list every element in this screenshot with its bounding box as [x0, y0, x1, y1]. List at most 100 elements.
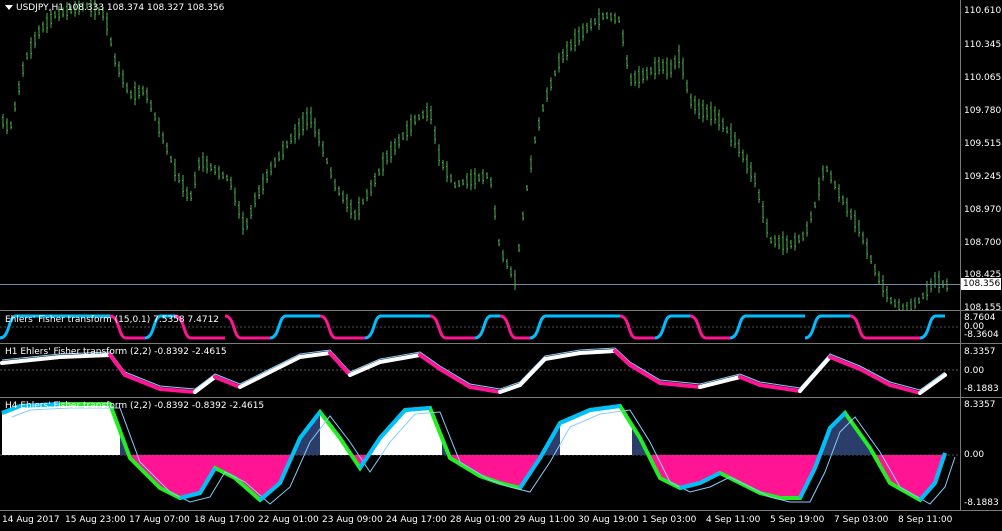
- histogram-bar: [86, 404, 88, 455]
- histogram-bar: [406, 409, 408, 455]
- time-label: 24 Aug 17:00: [386, 515, 447, 525]
- price-label: 109.245: [964, 172, 1002, 182]
- time-label: 28 Aug 01:00: [450, 515, 511, 525]
- histogram-bar: [144, 455, 146, 472]
- histogram-bar: [314, 419, 316, 455]
- histogram-bar: [50, 404, 52, 455]
- indicator-3-title: H4 Ehlers' Fisher transform (2,2): [5, 401, 152, 411]
- histogram-bar: [504, 455, 506, 484]
- histogram-bar: [842, 416, 844, 455]
- histogram-bar: [418, 408, 420, 455]
- fisher-h4-rising-segment: [404, 406, 431, 412]
- price-label: 108.700: [964, 238, 1002, 248]
- histogram-bar: [916, 455, 918, 498]
- histogram-bar: [426, 408, 428, 455]
- histogram-bar: [580, 414, 582, 455]
- fisher-h1-segment: [378, 353, 422, 364]
- histogram-bar: [846, 414, 848, 455]
- histogram-bar: [232, 455, 234, 477]
- histogram-bar: [488, 455, 490, 479]
- histogram-bar: [494, 455, 496, 481]
- histogram-bar: [610, 407, 612, 455]
- histogram-bar: [602, 408, 604, 455]
- indicator-pane-2[interactable]: H1 Ehlers' Fisher transform (2,2) -0.839…: [0, 344, 960, 397]
- indicator-3-y-label: 0.00: [964, 450, 985, 460]
- time-label: 4 Sep 11:00: [706, 515, 761, 525]
- histogram-bar: [774, 455, 776, 497]
- histogram-bar: [678, 455, 680, 487]
- histogram-bar: [274, 455, 276, 489]
- indicator-3-header: H4 Ehlers' Fisher transform (2,2) -0.839…: [5, 401, 264, 411]
- indicator-3-y-label: -8.1883: [964, 498, 999, 508]
- histogram-bar: [104, 404, 106, 455]
- histogram-bar: [480, 455, 482, 476]
- time-label: 5 Sep 19:00: [770, 515, 825, 525]
- histogram-bar: [692, 455, 694, 485]
- ohlc-values: 108.333 108.374 108.327 108.356: [66, 3, 225, 13]
- histogram-bar: [192, 455, 194, 495]
- histogram-bar: [98, 404, 100, 455]
- price-chart-canvas[interactable]: [0, 0, 960, 310]
- histogram-bar: [42, 404, 44, 455]
- price-label: 110.065: [964, 73, 1002, 83]
- indicator-2-values: -0.8392 -2.4615: [154, 347, 227, 357]
- time-label: 8 Sep 11:00: [898, 515, 953, 525]
- histogram-bar: [498, 455, 500, 483]
- chart-menu-arrow-icon[interactable]: [5, 5, 13, 10]
- histogram-bar: [798, 455, 800, 498]
- histogram-bar: [722, 455, 724, 474]
- time-label: 17 Aug 07:00: [129, 515, 190, 525]
- histogram-bar: [680, 455, 682, 488]
- histogram-bar: [102, 404, 104, 455]
- histogram-bar: [612, 407, 614, 455]
- histogram-bar: [702, 455, 704, 482]
- histogram-bar: [82, 404, 84, 455]
- histogram-bar: [386, 431, 388, 455]
- histogram-bar: [268, 455, 270, 494]
- histogram-bar: [834, 424, 836, 455]
- histogram-bar: [908, 455, 910, 494]
- price-chart-pane[interactable]: USDJPY,H1 108.333 108.374 108.327 108.35…: [0, 0, 960, 310]
- histogram-bar: [404, 411, 406, 455]
- histogram-bar: [176, 455, 178, 496]
- histogram-bar: [608, 407, 610, 455]
- histogram-bar: [228, 455, 230, 475]
- histogram-bar: [10, 409, 12, 455]
- histogram-bar: [72, 404, 74, 455]
- histogram-bar: [762, 455, 764, 494]
- histogram-bar: [420, 408, 422, 455]
- histogram-bar: [620, 406, 622, 455]
- histogram-bar: [572, 417, 574, 455]
- histogram-bar: [740, 455, 742, 483]
- histogram-bar: [150, 455, 152, 478]
- histogram-bar: [168, 455, 170, 492]
- time-label: 22 Aug 01:00: [258, 515, 319, 525]
- histogram-bar: [902, 455, 904, 490]
- histogram-bar: [574, 416, 576, 455]
- histogram-bar: [736, 455, 738, 481]
- price-label: 108.970: [964, 205, 1002, 215]
- histogram-bar: [714, 455, 716, 476]
- histogram-bar: [38, 405, 40, 455]
- histogram-bar: [2, 413, 4, 455]
- histogram-bar: [190, 455, 192, 496]
- histogram-bar: [384, 433, 386, 455]
- histogram-bar: [728, 455, 730, 477]
- histogram-bar: [482, 455, 484, 477]
- fisher-h1-segment: [438, 367, 472, 389]
- indicator-pane-3[interactable]: H4 Ehlers' Fisher transform (2,2) -0.839…: [0, 398, 960, 510]
- histogram-bar: [730, 455, 732, 478]
- histogram-bar: [8, 410, 10, 455]
- histogram-bar: [506, 455, 508, 485]
- histogram-bar: [750, 455, 752, 488]
- histogram-bar: [96, 404, 98, 455]
- histogram-bar: [780, 455, 782, 498]
- price-label: 110.610: [964, 6, 1002, 16]
- histogram-bar: [234, 455, 236, 478]
- indicator-pane-1[interactable]: Ehlers' Fisher transform (15,0.1) 7.5358…: [0, 311, 960, 343]
- histogram-bar: [402, 413, 404, 455]
- histogram-bar: [172, 455, 174, 494]
- histogram-bar: [148, 455, 150, 476]
- histogram-bar: [922, 455, 924, 498]
- histogram-bar: [486, 455, 488, 479]
